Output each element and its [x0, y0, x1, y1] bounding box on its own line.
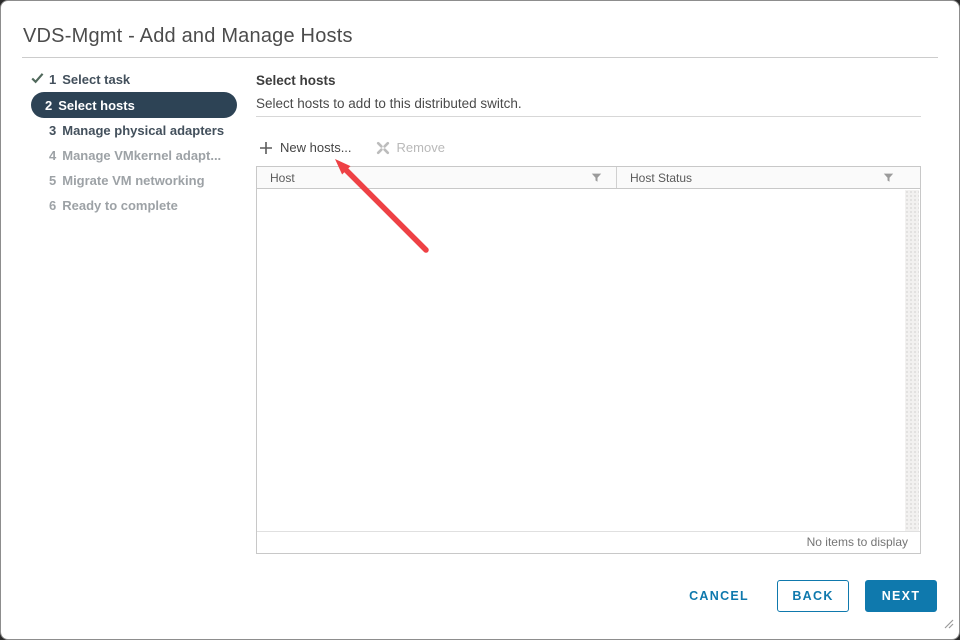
page-title: Select hosts [256, 73, 336, 88]
wizard-step-number: 5 [49, 173, 57, 188]
wizard-step-manage-vmkernel-adapters: 4 Manage VMkernel adapt... [31, 143, 237, 168]
empty-message: No items to display [806, 535, 908, 549]
new-hosts-button[interactable]: New hosts... [259, 140, 352, 155]
wizard-step-number: 1 [49, 72, 57, 87]
check-icon [31, 72, 44, 88]
add-and-manage-hosts-dialog: VDS-Mgmt - Add and Manage Hosts 1 Select… [0, 0, 960, 640]
wizard-step-label: Manage physical adapters [62, 123, 225, 138]
hosts-table: Host Host Status No items to display [256, 166, 921, 554]
new-hosts-label: New hosts... [280, 140, 352, 155]
wizard-step-number: 4 [49, 148, 57, 163]
wizard-steps: 1 Select task 2 Select hosts 3 Manage ph… [31, 67, 237, 218]
column-label: Host [270, 170, 295, 185]
page-description: Select hosts to add to this distributed … [256, 96, 522, 111]
table-body-empty [257, 189, 920, 531]
dialog-actions: CANCEL BACK NEXT [677, 580, 937, 612]
hosts-toolbar: New hosts... Remove [259, 140, 445, 155]
next-button[interactable]: NEXT [865, 580, 937, 612]
wizard-step-ready-to-complete: 6 Ready to complete [31, 193, 237, 218]
title-divider [22, 57, 938, 58]
wizard-step-migrate-vm-networking: 5 Migrate VM networking [31, 168, 237, 193]
table-footer: No items to display [257, 531, 920, 552]
wizard-step-select-task[interactable]: 1 Select task [31, 67, 237, 92]
wizard-step-number: 6 [49, 198, 57, 213]
resize-grip-icon[interactable] [941, 616, 954, 634]
column-header-host[interactable]: Host [257, 167, 617, 188]
remove-button[interactable]: Remove [376, 140, 445, 155]
wizard-step-label: Manage VMkernel adapt... [62, 148, 222, 163]
filter-icon[interactable] [591, 172, 602, 183]
wizard-step-number: 3 [49, 123, 57, 138]
cancel-button[interactable]: CANCEL [677, 581, 761, 611]
wizard-step-label: Select task [62, 72, 131, 87]
section-divider [256, 116, 921, 117]
wizard-step-label: Migrate VM networking [62, 173, 205, 188]
dialog-title: VDS-Mgmt - Add and Manage Hosts [23, 25, 353, 47]
back-button[interactable]: BACK [777, 580, 849, 612]
column-header-host-status[interactable]: Host Status [617, 167, 920, 188]
column-label: Host Status [630, 170, 693, 185]
wizard-step-label: Select hosts [58, 97, 135, 113]
plus-icon [259, 141, 273, 155]
filter-icon[interactable] [883, 172, 894, 183]
wizard-step-number: 2 [45, 97, 53, 113]
wizard-step-label: Ready to complete [62, 198, 178, 213]
remove-label: Remove [396, 140, 445, 155]
wizard-step-select-hosts[interactable]: 2 Select hosts [31, 92, 237, 118]
wizard-step-manage-physical-adapters[interactable]: 3 Manage physical adapters [31, 118, 237, 143]
remove-x-icon [376, 141, 390, 155]
vertical-scrollbar[interactable] [905, 190, 919, 531]
table-header: Host Host Status [257, 167, 920, 189]
